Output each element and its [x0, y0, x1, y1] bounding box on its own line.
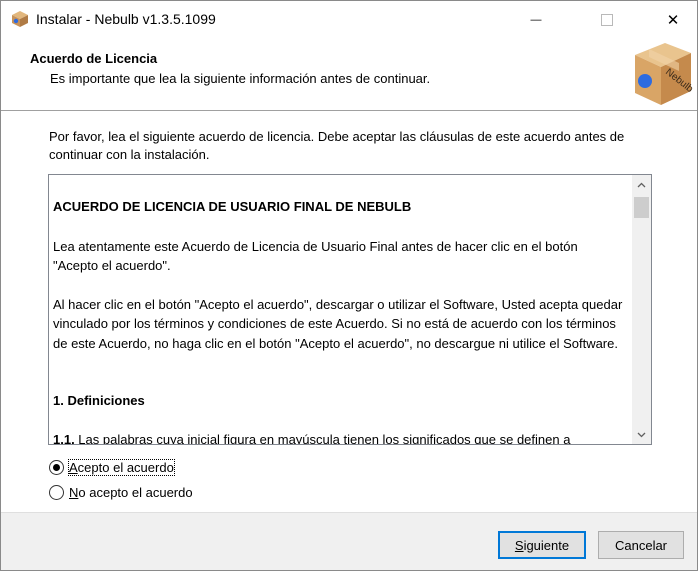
license-paragraph: Lea atentamente este Acuerdo de Licencia…	[53, 239, 578, 274]
section-heading: 1. Definiciones	[53, 393, 145, 408]
minimize-button[interactable]: —	[513, 1, 559, 38]
clause-text: Las palabras cuya inicial figura en mayú…	[74, 432, 571, 445]
decline-label[interactable]: No acepto el acuerdo	[69, 485, 193, 500]
close-icon: ✕	[666, 11, 680, 29]
vertical-scrollbar[interactable]	[632, 175, 651, 444]
decline-radio[interactable]	[49, 485, 64, 500]
scroll-down-button[interactable]	[632, 425, 651, 444]
accept-label[interactable]: Acepto el acuerdo	[68, 459, 175, 476]
instructions-text: Por favor, lea el siguiente acuerdo de l…	[49, 129, 625, 162]
close-button[interactable]: ✕	[650, 1, 696, 38]
license-paragraph: Al hacer clic en el botón "Acepto el acu…	[53, 297, 623, 351]
scrollbar-thumb[interactable]	[634, 197, 649, 218]
nebulb-box-logo-icon: Nebulb	[635, 43, 693, 105]
accept-option[interactable]: Acepto el acuerdo	[49, 459, 175, 476]
next-button[interactable]: Siguiente	[498, 531, 586, 559]
license-text-box[interactable]: ACUERDO DE LICENCIA DE USUARIO FINAL DE …	[48, 174, 652, 445]
maximize-button[interactable]	[584, 1, 630, 38]
footer-bar: Siguiente Cancelar	[1, 512, 697, 570]
chevron-up-icon	[637, 182, 646, 187]
header-divider	[1, 110, 697, 111]
accept-radio[interactable]	[49, 460, 64, 475]
title-bar: Instalar - Nebulb v1.3.5.1099 — ✕	[1, 1, 697, 38]
clause-number: 1.1.	[53, 432, 75, 445]
installer-window: Instalar - Nebulb v1.3.5.1099 — ✕ Acuerd…	[0, 0, 698, 571]
scroll-up-button[interactable]	[632, 175, 651, 194]
decline-option[interactable]: No acepto el acuerdo	[49, 485, 193, 500]
package-icon	[12, 11, 28, 27]
page-subtitle: Es importante que lea la siguiente infor…	[50, 71, 431, 86]
cancel-button[interactable]: Cancelar	[598, 531, 684, 559]
window-title: Instalar - Nebulb v1.3.5.1099	[36, 11, 216, 27]
maximize-icon	[601, 13, 613, 26]
license-clause: 1.1. Las palabras cuya inicial figura en…	[53, 430, 633, 445]
page-title: Acuerdo de Licencia	[30, 51, 158, 66]
chevron-down-icon	[637, 432, 646, 437]
license-title: ACUERDO DE LICENCIA DE USUARIO FINAL DE …	[53, 199, 412, 214]
minimize-icon: —	[530, 13, 542, 26]
